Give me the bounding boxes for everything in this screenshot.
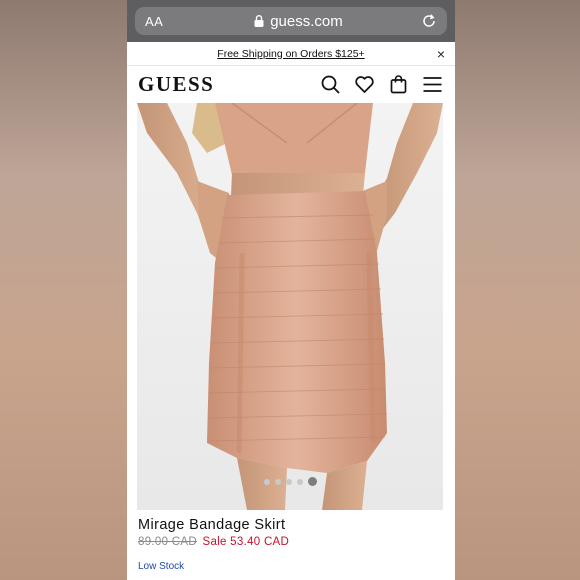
product-photo <box>137 103 443 510</box>
url-display[interactable]: guess.com <box>175 13 421 30</box>
url-text: guess.com <box>270 12 343 30</box>
carousel-dot[interactable] <box>296 478 303 485</box>
url-field[interactable]: AA guess.com <box>135 7 447 35</box>
carousel-dot[interactable] <box>274 478 281 485</box>
price-row: 89.00 CAD Sale 53.40 CAD <box>138 536 445 548</box>
carousel-dot[interactable] <box>285 478 292 485</box>
promo-link[interactable]: Free Shipping on Orders $125+ <box>217 48 364 60</box>
browser-address-bar: AA guess.com <box>127 0 455 42</box>
product-image-carousel[interactable] <box>137 103 443 510</box>
background-blur-left <box>0 0 127 580</box>
reload-icon[interactable] <box>421 13 437 29</box>
header-actions <box>320 74 443 95</box>
site-header: GUESS <box>127 66 455 102</box>
product-title: Mirage Bandage Skirt <box>138 517 286 533</box>
sale-price: Sale 53.40 CAD <box>202 536 290 548</box>
carousel-dot-active[interactable] <box>307 477 317 486</box>
promo-banner: Free Shipping on Orders $125+ × <box>127 42 455 66</box>
menu-icon[interactable] <box>422 74 443 95</box>
text-size-button[interactable]: AA <box>145 14 175 29</box>
original-price: 89.00 CAD <box>138 536 197 548</box>
stock-status: Low Stock <box>138 561 185 572</box>
carousel-dots <box>137 477 443 486</box>
carousel-dot[interactable] <box>263 478 270 485</box>
phone-screen: AA guess.com Free Shipping on Orders $12… <box>127 0 455 580</box>
lock-icon <box>254 15 264 27</box>
search-icon[interactable] <box>320 74 341 95</box>
bag-icon[interactable] <box>388 74 409 95</box>
product-info: Mirage Bandage Skirt 89.00 CAD Sale 53.4… <box>138 517 445 548</box>
close-icon[interactable]: × <box>437 46 445 62</box>
heart-icon[interactable] <box>354 74 375 95</box>
brand-logo[interactable]: GUESS <box>138 72 214 97</box>
background-blur-right <box>453 0 580 580</box>
